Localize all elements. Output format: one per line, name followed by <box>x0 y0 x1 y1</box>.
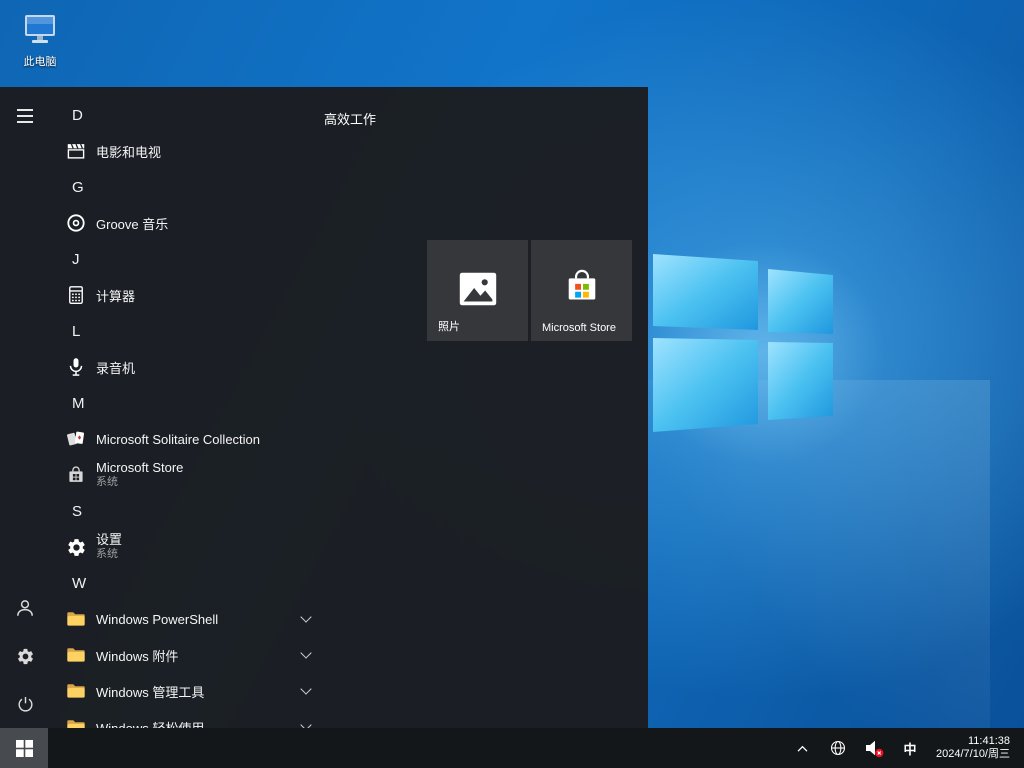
section-letter-j[interactable]: J <box>50 241 330 277</box>
tile-microsoft-store[interactable]: Microsoft Store <box>531 240 632 341</box>
taskbar-clock[interactable]: 11:41:38 2024/7/10/周三 <box>930 735 1016 761</box>
desktop-icon-label: 此电脑 <box>12 53 68 69</box>
app-item-groove-music[interactable]: Groove 音乐 <box>50 205 330 241</box>
app-item-label: Windows 轻松使用 <box>96 718 204 729</box>
settings-gear-icon <box>64 535 88 559</box>
app-item-text: Microsoft Store 系统 <box>96 461 183 489</box>
section-letter-label: S <box>72 503 82 520</box>
tile-photos[interactable]: 照片 <box>427 240 528 341</box>
tray-overflow-button[interactable] <box>786 728 818 768</box>
system-tray: 中 11:41:38 2024/7/10/周三 <box>786 728 1024 768</box>
app-item-subtitle: 系统 <box>96 475 183 489</box>
tile-group-title: 高效工作 <box>324 109 376 128</box>
app-item-voice-recorder[interactable]: 录音机 <box>50 349 330 385</box>
chevron-down-icon[interactable] <box>300 719 311 728</box>
start-button[interactable] <box>0 728 48 768</box>
section-letter-s[interactable]: S <box>50 493 330 529</box>
app-item-label: Microsoft Store <box>96 461 183 475</box>
section-letter-label: L <box>72 323 80 340</box>
tile-label: Microsoft Store <box>542 322 616 334</box>
store-icon <box>560 266 604 315</box>
desktop-icon-this-pc[interactable]: 此电脑 <box>12 12 68 69</box>
app-item-windows-powershell[interactable]: Windows PowerShell <box>50 601 330 637</box>
movies-tv-icon <box>64 139 88 163</box>
section-letter-label: J <box>72 251 80 268</box>
ime-indicator[interactable]: 中 <box>894 728 926 768</box>
app-item-label: 录音机 <box>96 358 135 377</box>
globe-network-icon <box>829 739 847 757</box>
clock-date: 2024/7/10/周三 <box>936 748 1010 761</box>
user-account-button[interactable] <box>0 584 50 632</box>
folder-icon <box>64 643 88 667</box>
app-item-label: 电影和电视 <box>96 142 161 161</box>
hamburger-icon <box>17 109 33 123</box>
solitaire-icon <box>64 427 88 451</box>
start-menu-app-list: D 电影和电视 G <box>50 97 330 728</box>
app-item-calculator[interactable]: 计算器 <box>50 277 330 313</box>
section-letter-label: W <box>72 575 86 592</box>
tile-label: 照片 <box>438 318 460 334</box>
windows-logo-icon <box>16 740 33 757</box>
app-item-windows-ease-of-access[interactable]: Windows 轻松使用 <box>50 709 330 728</box>
section-letter-label: G <box>72 179 84 196</box>
section-letter-l[interactable]: L <box>50 313 330 349</box>
groove-music-icon <box>64 211 88 235</box>
this-pc-icon <box>21 12 59 46</box>
app-item-movies-tv[interactable]: 电影和电视 <box>50 133 330 169</box>
section-letter-m[interactable]: M <box>50 385 330 421</box>
section-letter-g[interactable]: G <box>50 169 330 205</box>
volume-button[interactable] <box>858 728 890 768</box>
user-icon <box>15 598 35 618</box>
expand-menu-button[interactable] <box>0 92 50 140</box>
settings-button[interactable] <box>0 632 50 680</box>
windows-logo-wallpaper <box>648 248 848 448</box>
app-item-windows-accessories[interactable]: Windows 附件 <box>50 637 330 673</box>
calculator-icon <box>64 283 88 307</box>
chevron-down-icon[interactable] <box>300 647 311 658</box>
app-item-label: Windows 附件 <box>96 646 178 665</box>
app-item-settings[interactable]: 设置 系统 <box>50 529 330 565</box>
section-letter-label: D <box>72 107 83 124</box>
taskbar: 中 11:41:38 2024/7/10/周三 <box>0 728 1024 768</box>
start-menu-rail <box>0 87 50 728</box>
folder-icon <box>64 679 88 703</box>
volume-muted-icon <box>864 738 884 758</box>
app-item-label: Groove 音乐 <box>96 214 168 233</box>
app-item-subtitle: 系统 <box>96 547 122 561</box>
voice-recorder-icon <box>64 355 88 379</box>
app-item-label: 计算器 <box>96 286 135 305</box>
section-letter-d[interactable]: D <box>50 97 330 133</box>
desktop: 此电脑 <box>0 0 1024 768</box>
app-item-label: Windows 管理工具 <box>96 682 204 701</box>
start-menu: D 电影和电视 G <box>0 87 648 728</box>
app-item-microsoft-store[interactable]: Microsoft Store 系统 <box>50 457 330 493</box>
gear-icon <box>16 647 35 666</box>
section-letter-w[interactable]: W <box>50 565 330 601</box>
app-item-label: 设置 <box>96 533 122 547</box>
app-item-solitaire[interactable]: Microsoft Solitaire Collection <box>50 421 330 457</box>
app-item-label: Windows PowerShell <box>96 612 218 627</box>
chevron-down-icon[interactable] <box>300 611 311 622</box>
chevron-down-icon[interactable] <box>300 683 311 694</box>
chevron-up-icon <box>796 744 809 753</box>
power-icon <box>16 695 35 714</box>
store-icon <box>64 463 88 487</box>
photos-icon <box>455 266 501 317</box>
app-item-label: Microsoft Solitaire Collection <box>96 432 260 447</box>
power-button[interactable] <box>0 680 50 728</box>
section-letter-label: M <box>72 395 85 412</box>
folder-icon <box>64 715 88 728</box>
folder-icon <box>64 607 88 631</box>
app-item-text: 设置 系统 <box>96 533 122 561</box>
network-status-button[interactable] <box>822 728 854 768</box>
clock-time: 11:41:38 <box>936 735 1010 748</box>
app-item-windows-admin-tools[interactable]: Windows 管理工具 <box>50 673 330 709</box>
